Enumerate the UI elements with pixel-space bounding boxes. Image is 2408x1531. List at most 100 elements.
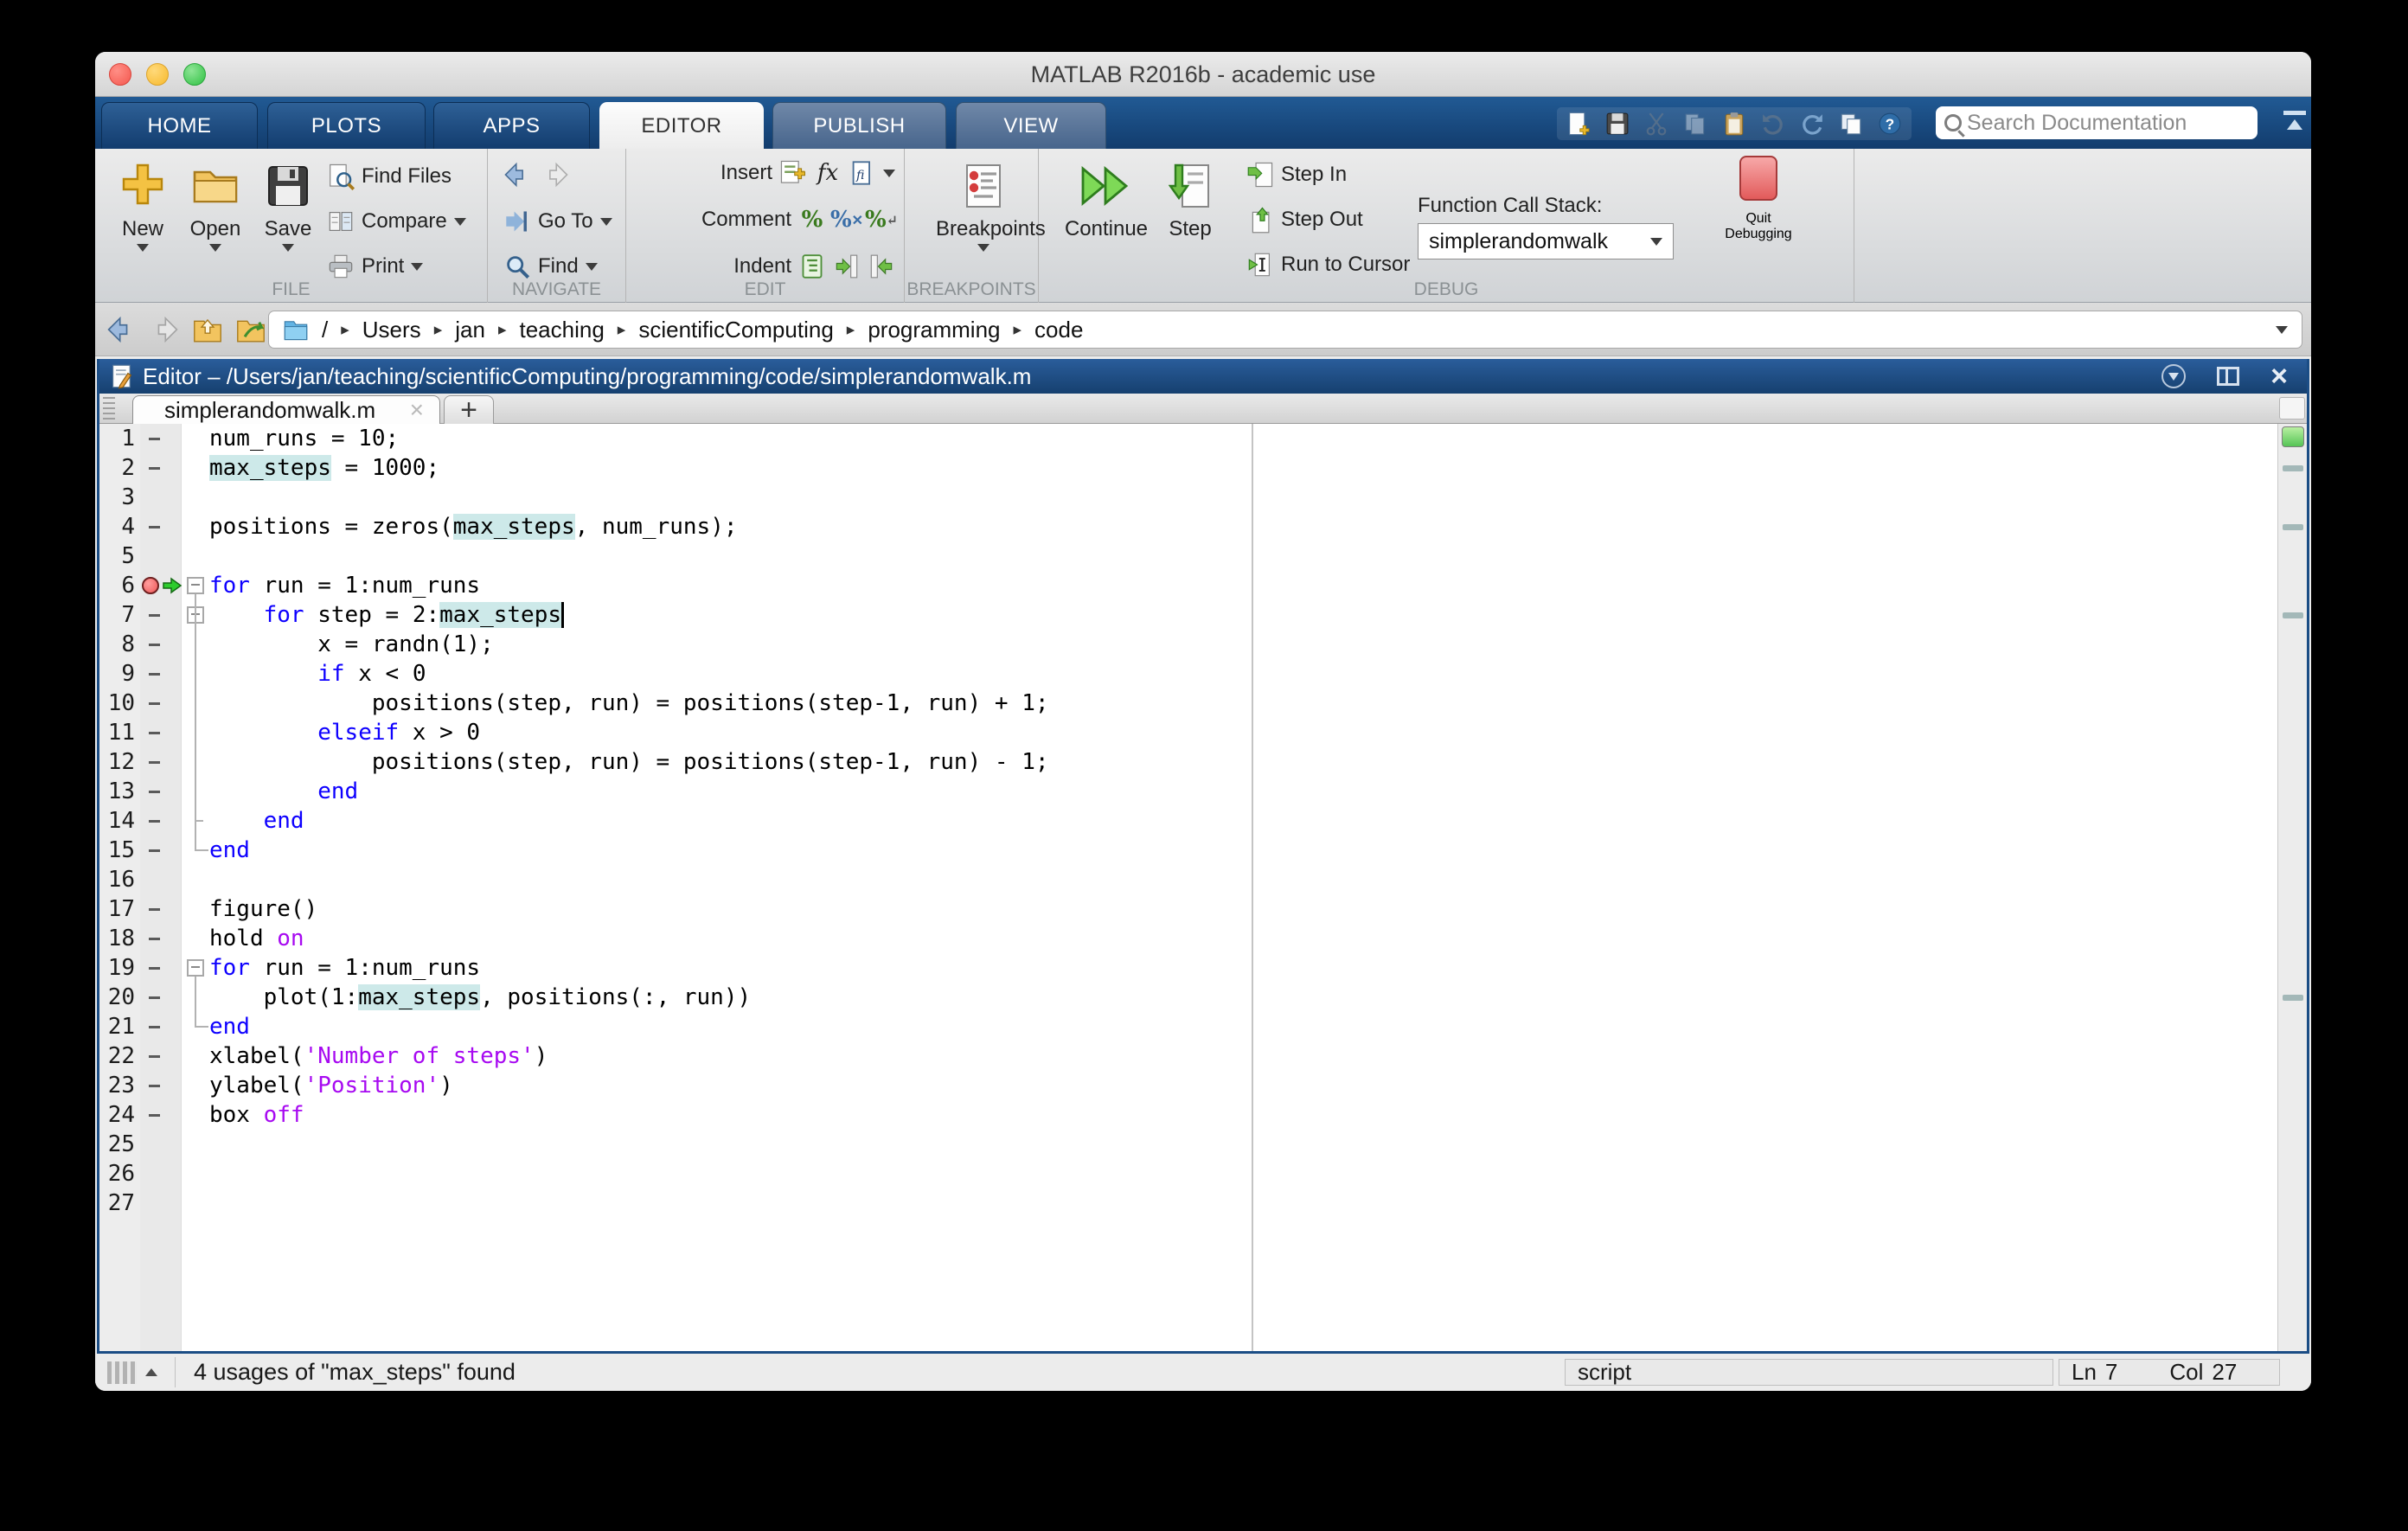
executable-line-dash[interactable] — [149, 438, 160, 440]
switch-windows-icon[interactable] — [1836, 109, 1866, 138]
code-line-13[interactable]: 13 end — [99, 777, 2307, 806]
step-out-button[interactable]: Step Out — [1246, 204, 1363, 235]
indent-left-icon[interactable] — [868, 253, 895, 280]
executable-line-dash[interactable] — [149, 702, 160, 705]
breadcrumb-item-teaching[interactable]: teaching — [519, 317, 604, 343]
compare-button[interactable]: Compare — [327, 206, 466, 237]
executable-line-dash[interactable] — [149, 849, 160, 852]
code-line-4[interactable]: 4positions = zeros(max_steps, num_runs); — [99, 512, 2307, 541]
executable-line-dash[interactable] — [149, 908, 160, 911]
executable-line-dash[interactable] — [149, 467, 160, 470]
editor-actions-icon[interactable] — [2161, 364, 2186, 388]
code-fold-icon[interactable] — [187, 959, 204, 977]
paste-icon[interactable] — [1720, 109, 1749, 138]
executable-line-dash[interactable] — [149, 614, 160, 617]
executable-line-dash[interactable] — [149, 644, 160, 646]
usage-marker[interactable] — [2283, 465, 2303, 471]
comment-icon[interactable]: % — [798, 206, 826, 234]
usage-marker[interactable] — [2283, 995, 2303, 1001]
find-files-button[interactable]: Find Files — [327, 161, 452, 192]
code-line-15[interactable]: 15end — [99, 836, 2307, 865]
code-line-16[interactable]: 16 — [99, 865, 2307, 894]
tab-scroll-button[interactable] — [2279, 397, 2305, 420]
code-line-8[interactable]: 8 x = randn(1); — [99, 630, 2307, 659]
ribbon-tab-plots[interactable]: PLOTS — [267, 102, 426, 149]
executable-line-dash[interactable] — [149, 791, 160, 793]
code-line-11[interactable]: 11 elseif x > 0 — [99, 718, 2307, 747]
cut-icon[interactable] — [1642, 109, 1671, 138]
code-fold-icon[interactable] — [187, 577, 204, 594]
code-line-10[interactable]: 10 positions(step, run) = positions(step… — [99, 689, 2307, 718]
close-icon[interactable]: × — [2270, 362, 2288, 391]
search-documentation-input[interactable] — [1967, 111, 2226, 136]
step-button[interactable]: Step — [1156, 154, 1225, 284]
copy-icon[interactable] — [1681, 109, 1710, 138]
breadcrumb-item-jan[interactable]: jan — [455, 317, 485, 343]
open-button[interactable]: Open — [180, 154, 251, 284]
breadcrumb-item-programming[interactable]: programming — [868, 317, 1000, 343]
help-icon[interactable]: ? — [1875, 109, 1905, 138]
executable-line-dash[interactable] — [149, 526, 160, 528]
executable-line-dash[interactable] — [149, 761, 160, 764]
executable-line-dash[interactable] — [149, 938, 160, 940]
code-line-5[interactable]: 5 — [99, 541, 2307, 571]
save-icon[interactable] — [1603, 109, 1632, 138]
dock-icon[interactable] — [2217, 367, 2239, 386]
breadcrumb-item-code[interactable]: code — [1034, 317, 1083, 343]
executable-line-dash[interactable] — [149, 1114, 160, 1117]
code-line-20[interactable]: 20 plot(1:max_steps, positions(:, run)) — [99, 983, 2307, 1012]
new-tab-button[interactable]: + — [444, 395, 494, 424]
forward-arrow-icon[interactable] — [541, 161, 569, 189]
insert-file-icon[interactable]: fi — [849, 159, 876, 187]
code-analyzer-indicator[interactable] — [2282, 426, 2304, 447]
code-line-27[interactable]: 27 — [99, 1188, 2307, 1218]
tab-close-icon[interactable]: × — [410, 396, 424, 424]
code-line-2[interactable]: 2max_steps = 1000; — [99, 453, 2307, 483]
nav-forward-icon[interactable] — [149, 314, 180, 345]
statusbar-grip[interactable] — [107, 1361, 137, 1384]
breakpoint-icon[interactable] — [142, 577, 159, 594]
code-line-7[interactable]: 7 for step = 2:max_steps — [99, 600, 2307, 630]
code-line-24[interactable]: 24box off — [99, 1100, 2307, 1130]
code-line-17[interactable]: 17figure() — [99, 894, 2307, 924]
quit-debugging-button[interactable]: Quit Debugging — [1698, 156, 1819, 242]
step-in-button[interactable]: Step In — [1246, 159, 1347, 190]
executable-line-dash[interactable] — [149, 996, 160, 999]
executable-line-dash[interactable] — [149, 673, 160, 676]
code-line-14[interactable]: 14 end — [99, 806, 2307, 836]
code-line-6[interactable]: 6for run = 1:num_runs — [99, 571, 2307, 600]
code-line-23[interactable]: 23ylabel('Position') — [99, 1071, 2307, 1100]
browse-folder-icon[interactable] — [235, 314, 266, 345]
uncomment-icon[interactable]: %✕ — [833, 206, 861, 234]
ribbon-tab-publish[interactable]: PUBLISH — [772, 102, 946, 149]
print-button[interactable]: Print — [327, 251, 423, 282]
statusbar-expand-icon[interactable] — [145, 1368, 157, 1376]
breadcrumb[interactable]: /▸Users▸jan▸teaching▸scientificComputing… — [268, 311, 2302, 349]
indent-right-icon[interactable] — [833, 253, 861, 280]
find-button[interactable]: Find — [503, 251, 598, 282]
usage-marker[interactable] — [2283, 612, 2303, 618]
executable-line-dash[interactable] — [149, 967, 160, 970]
executable-line-dash[interactable] — [149, 820, 160, 823]
code-line-9[interactable]: 9 if x < 0 — [99, 659, 2307, 689]
usage-marker[interactable] — [2283, 524, 2303, 530]
code-line-26[interactable]: 26 — [99, 1159, 2307, 1188]
undo-icon[interactable] — [1758, 109, 1788, 138]
ribbon-tab-apps[interactable]: APPS — [433, 102, 590, 149]
code-line-3[interactable]: 3 — [99, 483, 2307, 512]
smart-indent-icon[interactable] — [798, 253, 826, 280]
minimize-toolstrip-icon[interactable] — [2283, 111, 2309, 135]
code-line-19[interactable]: 19for run = 1:num_runs — [99, 953, 2307, 983]
tab-simplerandomwalk[interactable]: simplerandomwalk.m × — [132, 395, 440, 424]
run-to-cursor-button[interactable]: Run to Cursor — [1246, 249, 1410, 280]
code-editor[interactable]: 1num_runs = 10;2max_steps = 1000;34posit… — [99, 424, 2307, 1351]
wrap-comments-icon[interactable]: %↵ — [868, 206, 895, 234]
executable-line-dash[interactable] — [149, 732, 160, 734]
code-line-12[interactable]: 12 positions(step, run) = positions(step… — [99, 747, 2307, 777]
executable-line-dash[interactable] — [149, 1085, 160, 1087]
goto-button[interactable]: Go To — [503, 206, 612, 237]
nav-back-icon[interactable] — [106, 314, 137, 345]
new-script-icon[interactable] — [1564, 109, 1593, 138]
folder-up-icon[interactable] — [192, 314, 223, 345]
code-line-1[interactable]: 1num_runs = 10; — [99, 424, 2307, 453]
